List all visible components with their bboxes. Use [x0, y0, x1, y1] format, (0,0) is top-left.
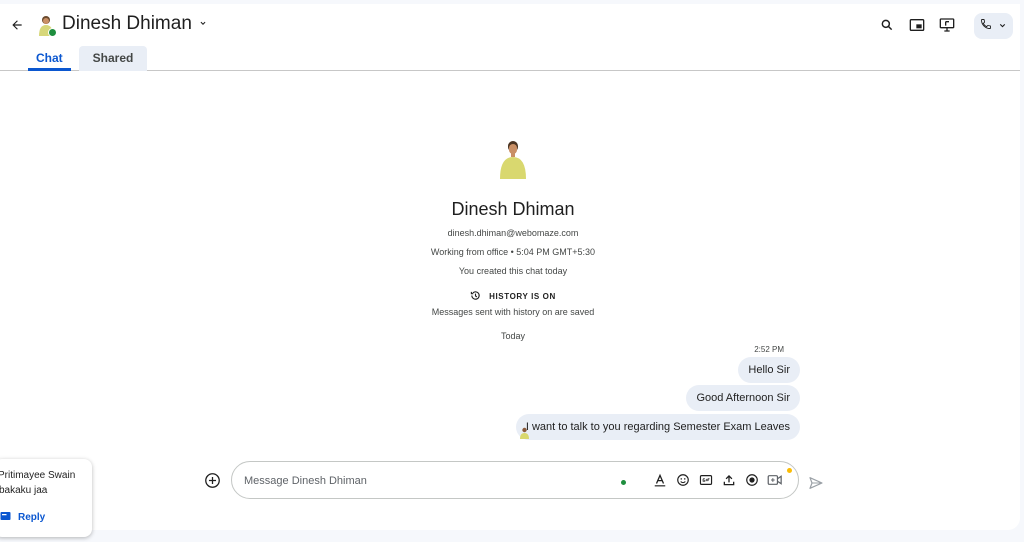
- contact-name-menu[interactable]: Dinesh Dhiman: [62, 13, 208, 35]
- contact-status: Working from office • 5:04 PM GMT+5:30: [430, 247, 596, 257]
- record-video-icon[interactable]: [744, 472, 760, 488]
- chat-intro: Dinesh Dhiman dinesh.dhiman@webomaze.com…: [0, 139, 1020, 341]
- back-arrow-icon[interactable]: [8, 16, 26, 34]
- add-attachment-button[interactable]: [204, 472, 221, 489]
- notification-sender: Pritimayee Swain: [0, 470, 76, 481]
- chevron-down-icon: [998, 17, 1007, 35]
- chat-window: Dinesh Dhiman Chat Shared Dinesh Dhiman …: [0, 4, 1020, 530]
- message-input[interactable]: [244, 471, 604, 491]
- chat-created-note: You created this chat today: [458, 266, 568, 276]
- tab-shared[interactable]: Shared: [78, 46, 148, 71]
- message-bubble[interactable]: Good Afternoon Sir: [686, 385, 800, 411]
- reply-label: Reply: [18, 512, 46, 523]
- history-indicator: HISTORY IS ON: [0, 290, 1020, 303]
- send-button[interactable]: [808, 475, 826, 493]
- header-actions: [878, 16, 956, 34]
- call-button[interactable]: [974, 13, 1013, 39]
- gif-icon[interactable]: [698, 472, 714, 488]
- notification-dot: [787, 468, 792, 473]
- date-divider: Today: [500, 331, 526, 341]
- present-icon[interactable]: [938, 16, 956, 34]
- chat-tabs: Chat Shared: [28, 46, 148, 71]
- message-bubble[interactable]: Hello Sir: [738, 357, 800, 383]
- read-receipt-avatar: [520, 426, 529, 439]
- format-text-icon[interactable]: [652, 472, 668, 488]
- intro-contact-name: Dinesh Dhiman: [451, 199, 575, 219]
- phone-icon: [980, 17, 992, 35]
- search-icon[interactable]: [878, 16, 896, 34]
- history-title: HISTORY IS ON: [489, 292, 556, 301]
- reply-icon: [0, 511, 11, 524]
- upload-icon[interactable]: [721, 472, 737, 488]
- composer-tools: [652, 472, 783, 488]
- online-dot: [621, 480, 626, 485]
- history-description: Messages sent with history on are saved: [431, 307, 595, 317]
- message-notification-card[interactable]: Pritimayee Swain bakaku jaa Reply: [0, 459, 92, 537]
- message-composer: [231, 461, 799, 499]
- emoji-icon[interactable]: [675, 472, 691, 488]
- message-timestamp: 2:52 PM: [754, 345, 784, 354]
- notification-message: bakaku jaa: [0, 485, 48, 496]
- contact-name: Dinesh Dhiman: [62, 13, 192, 34]
- message-bubble[interactable]: I want to talk to you regarding Semester…: [515, 414, 800, 440]
- picture-in-picture-icon[interactable]: [908, 16, 926, 34]
- contact-email: dinesh.dhiman@webomaze.com: [447, 228, 579, 238]
- reply-button[interactable]: Reply: [0, 511, 45, 524]
- chat-header: Dinesh Dhiman Chat Shared: [0, 4, 1020, 71]
- tab-chat[interactable]: Chat: [28, 46, 71, 71]
- chevron-down-icon: [198, 15, 208, 33]
- meet-icon[interactable]: [767, 472, 783, 488]
- history-icon: [470, 290, 481, 303]
- contact-avatar: [499, 139, 527, 179]
- presence-indicator: [48, 28, 57, 37]
